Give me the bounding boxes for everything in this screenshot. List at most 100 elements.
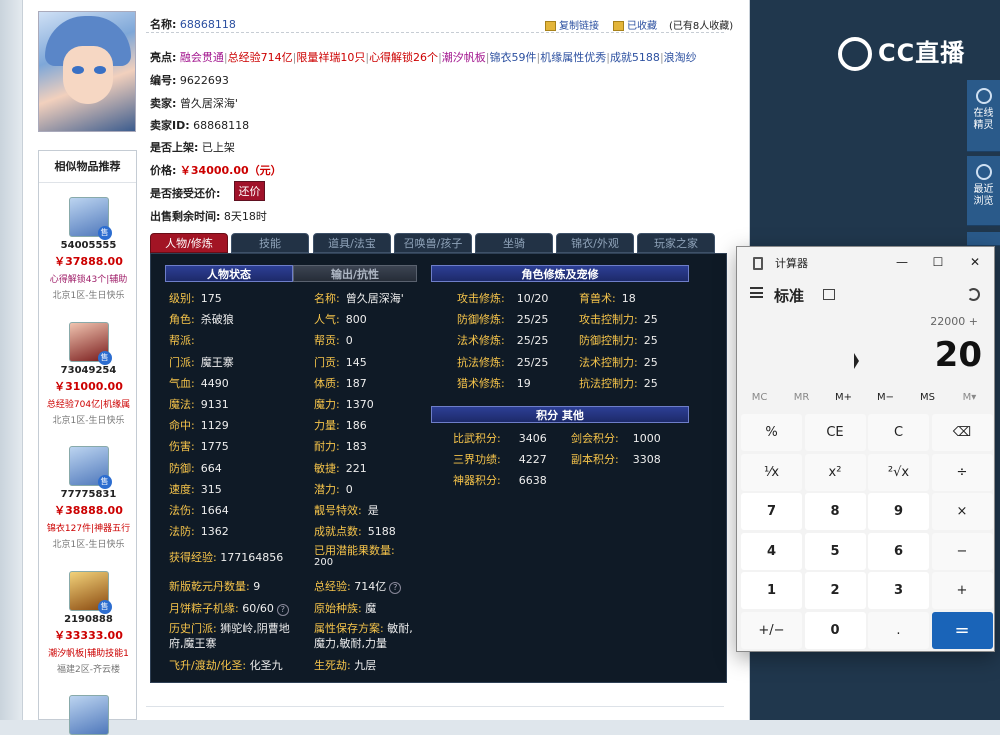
favorite-button[interactable]: 已收藏 <box>613 17 657 32</box>
stat-label: 猎术修炼: <box>457 376 505 390</box>
side-tool-button[interactable] <box>967 232 1000 246</box>
tab-skills[interactable]: 技能 <box>231 233 309 253</box>
bargain-button[interactable]: 还价 <box>234 181 265 201</box>
digit-6-key[interactable]: 6 <box>868 532 929 570</box>
digit-3-key[interactable]: 3 <box>868 572 929 609</box>
equals-key[interactable]: = <box>931 611 993 649</box>
menu-icon[interactable] <box>750 287 763 298</box>
clear-key[interactable]: C <box>868 414 929 451</box>
close-button[interactable]: ✕ <box>964 252 986 272</box>
stat-row: 攻击控制力: 25 <box>579 311 658 327</box>
stat-value: 5188 <box>367 525 396 539</box>
similar-item[interactable]: 售 2190888 ￥33333.00 潮汐帆板|辅助技能1 福建2区-齐云楼 <box>39 571 138 675</box>
digit-1-key[interactable]: 1 <box>741 572 802 609</box>
percent-key[interactable]: % <box>741 414 802 451</box>
digit-5-key[interactable]: 5 <box>804 532 866 570</box>
help-icon[interactable]: ? <box>389 582 402 594</box>
item-thumbnail[interactable]: 售 <box>68 571 112 614</box>
stat-value: 9131 <box>200 398 229 411</box>
digit-8-key[interactable]: 8 <box>804 493 866 530</box>
stat-label: 帮贡: <box>314 334 340 348</box>
stat-row: 攻击修炼: 10/20 <box>457 290 548 306</box>
memory-button[interactable]: M+ <box>823 392 864 403</box>
divide-key[interactable]: ÷ <box>931 453 993 491</box>
tab-pets[interactable]: 召唤兽/孩子 <box>394 233 472 253</box>
stat-label: 靓号特效: <box>314 504 362 517</box>
add-key[interactable]: + <box>931 572 993 609</box>
avatar-face <box>63 46 113 104</box>
digit-7-key[interactable]: 7 <box>741 493 802 530</box>
memory-button[interactable]: M− <box>865 392 906 403</box>
stat-row: 成就点数: 5188 <box>314 523 396 539</box>
item-thumbnail[interactable]: 售 <box>68 197 112 240</box>
tab-outfits[interactable]: 锦衣/外观 <box>556 233 634 253</box>
tab-items[interactable]: 道具/法宝 <box>313 233 391 253</box>
recent-browse-button[interactable]: 最近浏览 <box>967 156 1000 226</box>
negate-key[interactable]: +/− <box>741 611 802 649</box>
keep-on-top-icon[interactable] <box>823 289 835 300</box>
listing-name: 名称: 68868118 <box>150 16 236 32</box>
stat-label: 比武积分: <box>453 432 501 445</box>
output-header[interactable]: 输出/抗性 <box>293 265 417 282</box>
square-root-key[interactable]: ²√x <box>868 453 929 491</box>
decimal-key[interactable]: . <box>868 611 929 649</box>
digit-2-key[interactable]: 2 <box>804 572 866 609</box>
stat-row: 潜力: 0 <box>314 481 353 497</box>
stat-label: 攻击控制力: <box>579 313 638 327</box>
stat-label: 原始种族: <box>314 602 362 615</box>
online-helper-button[interactable]: 在线精灵 <box>967 80 1000 152</box>
memory-button[interactable]: MS <box>907 392 948 403</box>
help-icon[interactable]: ? <box>276 604 289 616</box>
serial-row: 编号: 9622693 <box>150 72 229 88</box>
copy-link-button[interactable]: 复制链接 <box>545 17 599 32</box>
calculator-titlebar[interactable]: 计算器 — ☐ ✕ <box>737 247 996 277</box>
tab-home[interactable]: 玩家之家 <box>637 233 715 253</box>
stat-value: 25 <box>643 313 658 327</box>
stat-value: 1664 <box>200 504 229 517</box>
stat-value: 315 <box>200 482 222 496</box>
backspace-key[interactable]: ⌫ <box>931 414 993 451</box>
maximize-button[interactable]: ☐ <box>927 252 949 272</box>
minimize-button[interactable]: — <box>891 252 913 272</box>
similar-item[interactable]: 售 77775831 ￥38888.00 锦衣127件|神器五行 北京1区-生日… <box>39 446 138 550</box>
stat-label: 育兽术: <box>579 292 616 305</box>
square-key[interactable]: x² <box>804 453 866 491</box>
stat-label: 法术控制力: <box>579 355 638 369</box>
item-thumbnail[interactable] <box>68 695 109 735</box>
sale-badge: 售 <box>97 475 112 489</box>
item-thumbnail[interactable]: 售 <box>68 322 112 365</box>
memory-button[interactable]: M▾ <box>949 392 990 403</box>
tab-mounts[interactable]: 坐骑 <box>475 233 553 253</box>
digit-0-key[interactable]: 0 <box>804 611 866 649</box>
stat-label: 生死劫: <box>314 659 351 672</box>
stat-value: 4490 <box>200 376 229 390</box>
stat-row: 力量: 186 <box>314 417 367 433</box>
stat-label: 获得经验: <box>169 551 217 564</box>
history-icon[interactable] <box>967 288 980 301</box>
stat-row: 名称: 曾久居深海' <box>314 290 404 306</box>
stat-value: 714亿 <box>354 580 387 593</box>
memory-button[interactable]: MR <box>781 392 822 403</box>
digit-9-key[interactable]: 9 <box>868 493 929 530</box>
stat-row: 法防: 1362 <box>169 523 229 539</box>
tab-character[interactable]: 人物/修炼 <box>150 233 228 253</box>
recent-label: 最近浏览 <box>973 184 994 207</box>
subtract-key[interactable]: − <box>931 532 993 570</box>
reciprocal-key[interactable]: ¹⁄x <box>741 453 802 491</box>
stat-label: 抗法修炼: <box>457 355 505 369</box>
serial-value: 9622693 <box>179 74 229 87</box>
similar-item[interactable]: 售 73049254 ￥31000.00 总经验704亿|机缘属 北京1区-生日… <box>39 322 138 426</box>
multiply-key[interactable]: × <box>931 493 993 530</box>
memory-button[interactable]: MC <box>739 392 780 403</box>
stat-label: 速度: <box>169 482 195 496</box>
stat-value: 九层 <box>354 659 377 672</box>
item-thumbnail[interactable]: 售 <box>68 446 112 489</box>
digit-4-key[interactable]: 4 <box>741 532 802 570</box>
clock-icon <box>975 164 992 180</box>
similar-item[interactable]: 售 54005555 ￥37888.00 心得解锁43个|辅助 北京1区-生日快… <box>39 197 138 301</box>
item-id: 54005555 <box>60 240 117 251</box>
clear-entry-key[interactable]: CE <box>804 414 866 451</box>
similar-item[interactable] <box>39 695 138 735</box>
status-header[interactable]: 人物状态 <box>165 265 293 282</box>
stat-label: 门贡: <box>314 355 340 369</box>
